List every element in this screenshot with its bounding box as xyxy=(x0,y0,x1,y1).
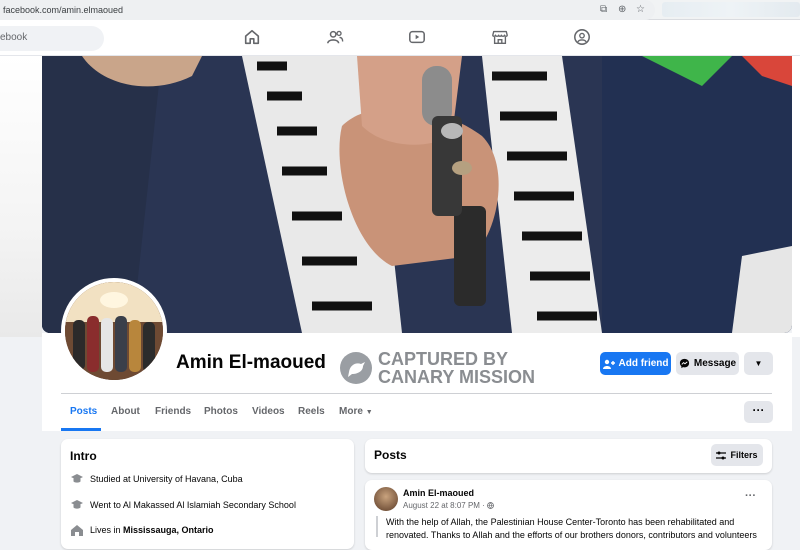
chevron-down-icon: ▼ xyxy=(754,359,763,368)
cover-photo-image xyxy=(42,56,792,333)
ellipsis-icon: ··· xyxy=(745,490,756,502)
tab-friends[interactable]: Friends xyxy=(155,406,191,417)
post-options-button[interactable]: ··· xyxy=(745,490,756,502)
friends-icon[interactable] xyxy=(326,28,346,48)
message-label: Message xyxy=(693,358,737,369)
canary-mission-watermark: CAPTURED BY CANARY MISSION xyxy=(340,350,550,386)
post-body-line-1: With the help of Allah, the Palestinian … xyxy=(386,517,735,527)
tab-photos[interactable]: Photos xyxy=(204,406,238,417)
watermark-text: CAPTURED BY CANARY MISSION xyxy=(378,350,535,386)
more-actions-button[interactable]: ▼ xyxy=(744,352,773,375)
post-body-line-2: renovated. Thanks to Allah and the effor… xyxy=(386,530,757,540)
posts-title: Posts xyxy=(374,448,407,462)
house-icon xyxy=(71,525,83,536)
message-button[interactable]: Message xyxy=(676,352,739,375)
profile-name: Amin El-maoued xyxy=(176,352,326,373)
add-friend-label: Add friend xyxy=(618,358,669,369)
filters-label: Filters xyxy=(730,450,758,460)
post-author-name[interactable]: Amin El-maoued xyxy=(403,488,474,498)
blurred-extensions xyxy=(662,2,800,17)
canary-bird-icon xyxy=(340,352,372,384)
profile-picture-image xyxy=(65,282,163,380)
intro-item-text: Went to Al Makassed Al Islamiah Secondar… xyxy=(90,500,296,510)
marketplace-icon[interactable] xyxy=(491,28,511,48)
cover-photo[interactable] xyxy=(42,56,792,333)
tabs-divider xyxy=(61,393,772,394)
tab-about[interactable]: About xyxy=(111,406,140,417)
tab-more-label: More xyxy=(339,406,363,417)
bookmark-star-icon[interactable]: ☆ xyxy=(636,3,645,17)
post-body: With the help of Allah, the Palestinian … xyxy=(386,516,766,542)
post-date-text: August 22 at 8:07 PM xyxy=(403,501,480,510)
caret-down-icon: ▼ xyxy=(365,409,373,416)
graduation-cap-icon xyxy=(71,500,83,509)
profile-picture[interactable] xyxy=(61,278,167,384)
install-app-icon[interactable]: ⧉ xyxy=(600,3,607,17)
sliders-icon xyxy=(716,451,727,459)
tab-reels[interactable]: Reels xyxy=(298,406,325,417)
filters-button[interactable]: Filters xyxy=(711,444,763,466)
tab-posts[interactable]: Posts xyxy=(70,406,97,417)
ellipsis-icon: ··· xyxy=(752,403,765,417)
intro-item-location-link[interactable]: Mississauga, Ontario xyxy=(123,525,214,535)
messenger-icon xyxy=(679,358,689,369)
tab-more[interactable]: More ▼ xyxy=(339,406,373,417)
post-author-avatar[interactable] xyxy=(374,487,398,511)
watermark-line-1: CAPTURED BY xyxy=(378,349,509,369)
watch-video-icon[interactable] xyxy=(408,28,428,48)
profile-options-button[interactable]: ··· xyxy=(744,401,773,423)
top-navigation: ebook xyxy=(0,20,800,56)
intro-title: Intro xyxy=(70,449,97,463)
intro-item-school: Went to Al Makassed Al Islamiah Secondar… xyxy=(70,499,296,511)
url-field[interactable]: facebook.com/amin.elmaoued xyxy=(0,0,655,20)
intro-item-text: Studied at University of Havana, Cuba xyxy=(90,474,243,484)
add-friend-button[interactable]: Add friend xyxy=(600,352,671,375)
zoom-icon[interactable]: ⊕ xyxy=(618,3,626,17)
page-side-gutter xyxy=(0,56,42,337)
intro-item-education: Studied at University of Havana, Cuba xyxy=(70,473,243,485)
intro-item-prefix: Lives in xyxy=(90,525,124,535)
page-side-gutter-right xyxy=(792,56,800,337)
globe-icon: · xyxy=(482,501,494,510)
search-input[interactable]: ebook xyxy=(0,26,104,51)
post-timestamp[interactable]: August 22 at 8:07 PM · xyxy=(403,501,494,510)
browser-address-bar: facebook.com/amin.elmaoued ⧉ ⊕ ☆ xyxy=(0,0,800,20)
active-tab-indicator xyxy=(61,428,101,431)
groups-icon[interactable] xyxy=(573,28,593,48)
intro-item-location: Lives in Mississauga, Ontario xyxy=(70,524,214,536)
graduation-cap-icon xyxy=(71,474,83,483)
add-friend-icon xyxy=(602,359,615,369)
home-icon[interactable] xyxy=(243,28,263,48)
post-quote-bar xyxy=(376,516,378,537)
watermark-line-2: CANARY MISSION xyxy=(378,367,536,387)
tab-videos[interactable]: Videos xyxy=(252,406,285,417)
